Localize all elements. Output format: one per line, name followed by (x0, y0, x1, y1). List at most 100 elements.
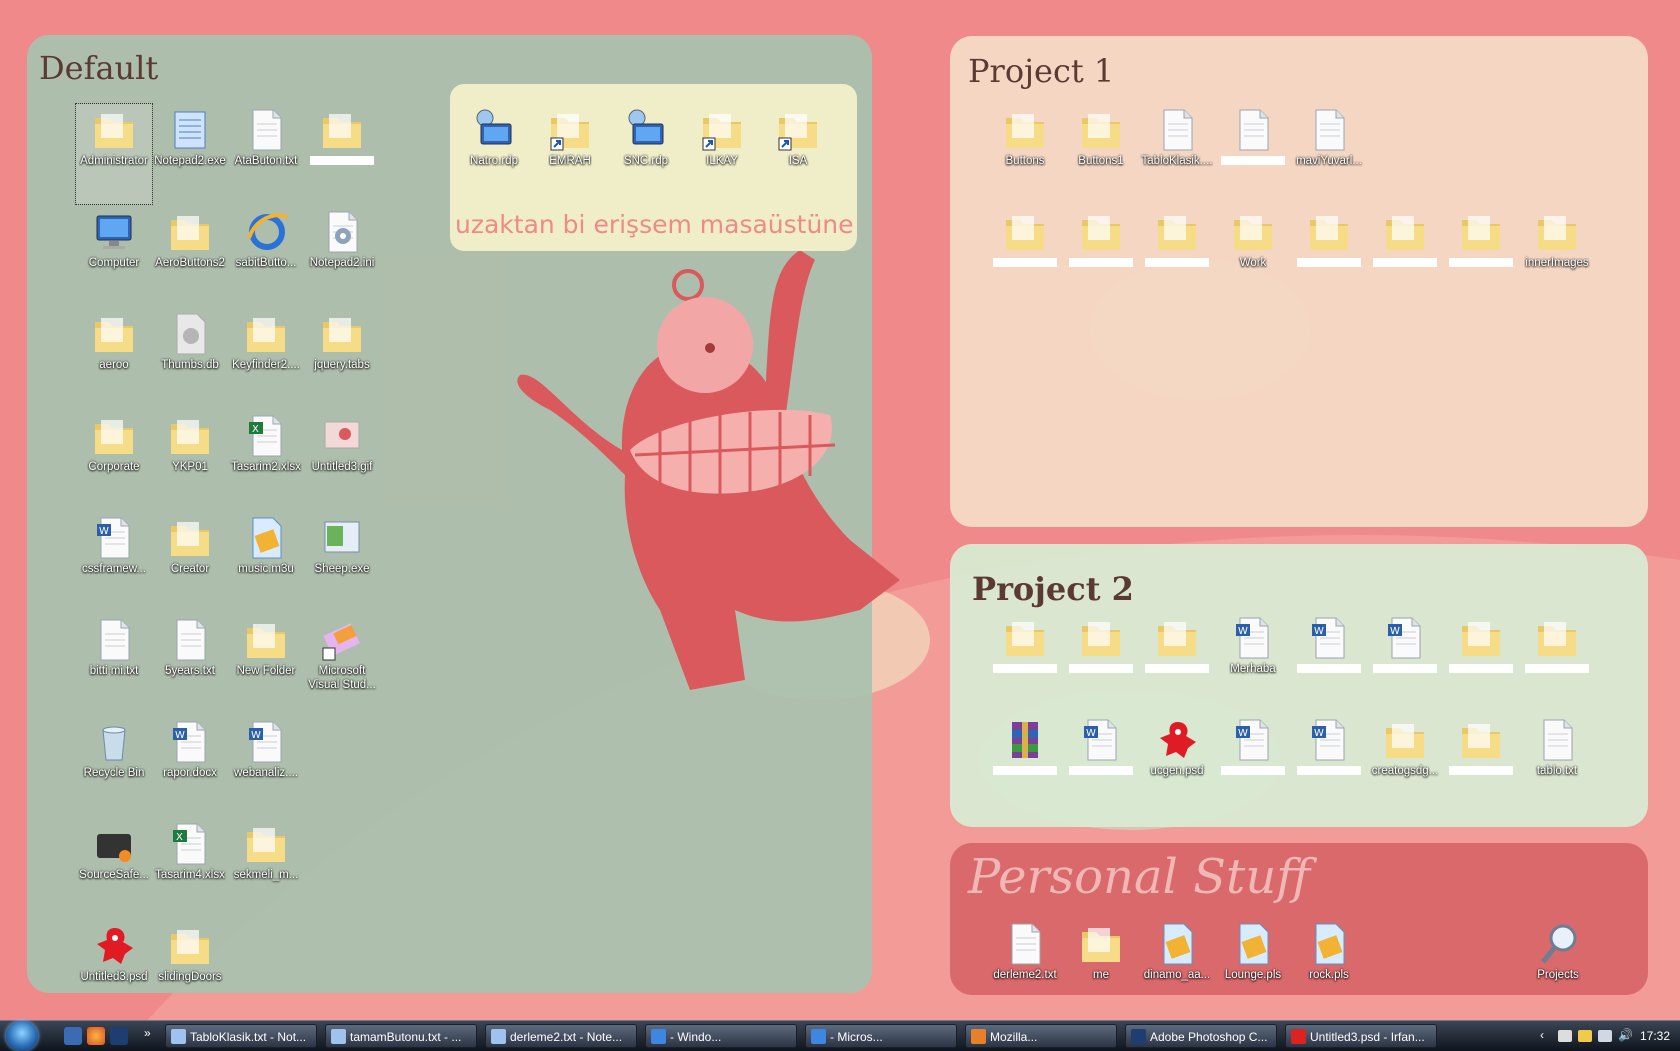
desktop-icon[interactable]: derleme2.txt (987, 918, 1063, 1018)
taskbar-task-button[interactable]: - Windo... (645, 1024, 797, 1048)
desktop-icon[interactable]: AtaButon.txt (228, 104, 304, 204)
desktop-icon[interactable]: SourceSafe... (76, 818, 152, 918)
desktop-icon[interactable]: 5years.txt (152, 614, 228, 714)
tray-sound-icon[interactable]: 🔊 (1618, 1028, 1633, 1042)
desktop-icon[interactable] (987, 612, 1063, 712)
desktop-icon[interactable]: bitti mi.txt (76, 614, 152, 714)
desktop-icon[interactable] (1443, 206, 1519, 306)
desktop-icon[interactable] (987, 206, 1063, 306)
svg-text:W: W (99, 526, 109, 537)
notepad-icon (491, 1029, 506, 1044)
desktop-icon[interactable] (1063, 612, 1139, 712)
desktop-icon[interactable] (1063, 206, 1139, 306)
desktop-icon[interactable]: Keyfinder2.... (228, 308, 304, 408)
desktop-icon[interactable]: Untitled3.gif (304, 410, 380, 510)
desktop-icon[interactable] (1367, 206, 1443, 306)
desktop-icon-label: bitti mi.txt (89, 665, 139, 677)
firefox-icon[interactable] (87, 1027, 105, 1045)
desktop-icon[interactable]: AeroButtons2 (152, 206, 228, 306)
desktop-icon[interactable] (1139, 612, 1215, 712)
start-button[interactable] (6, 1021, 38, 1051)
desktop-icon[interactable]: rock.pls (1291, 918, 1367, 1018)
desktop-icon[interactable]: maviYuvarl... (1291, 104, 1367, 204)
desktop-icon[interactable] (1443, 714, 1519, 814)
desktop-icon[interactable]: Corporate (76, 410, 152, 510)
desktop-icon[interactable] (1519, 612, 1595, 712)
taskbar-task-button[interactable]: Untitled3.psd - Irfan... (1285, 1024, 1437, 1048)
show-desktop-icon[interactable] (64, 1027, 82, 1045)
desktop-icon[interactable] (304, 104, 380, 204)
desktop-icon[interactable]: Recycle Bin (76, 716, 152, 816)
tray-power-icon[interactable] (1578, 1030, 1592, 1042)
desktop-icon[interactable]: EMRAH (532, 104, 608, 204)
desktop-icon[interactable]: Buttons1 (1063, 104, 1139, 204)
desktop-icon[interactable]: Notepad2.ini (304, 206, 380, 306)
desktop-icon[interactable]: me (1063, 918, 1139, 1018)
tray-network-icon[interactable] (1558, 1030, 1572, 1042)
desktop-icon[interactable]: W (1291, 612, 1367, 712)
desktop-icon[interactable]: Wcssframew... (76, 512, 152, 612)
desktop-icon[interactable]: Natro.rdp (456, 104, 532, 204)
desktop-icon[interactable]: ISA (760, 104, 836, 204)
desktop-icon[interactable]: innerImages (1519, 206, 1595, 306)
tray-volume-icon[interactable] (1598, 1030, 1612, 1042)
folder-icon (1306, 208, 1352, 254)
desktop-icon[interactable]: Wrapor.docx (152, 716, 228, 816)
desktop-icon[interactable]: Untitled3.psd (76, 920, 152, 1020)
desktop-icon[interactable]: Lounge.pls (1215, 918, 1291, 1018)
desktop-icon[interactable]: W (1367, 612, 1443, 712)
folder-icon (1382, 208, 1428, 254)
taskbar-task-button[interactable]: Mozilla... (965, 1024, 1117, 1048)
tray-chevron-icon[interactable]: ‹ (1540, 1028, 1544, 1042)
db-file-icon (167, 310, 213, 356)
desktop-icon[interactable]: Thumbs.db (152, 308, 228, 408)
desktop-icon[interactable]: Sheep.exe (304, 512, 380, 612)
taskbar-task-button[interactable]: derleme2.txt - Note... (485, 1024, 637, 1048)
desktop-icon[interactable]: W (1215, 714, 1291, 814)
desktop-icon[interactable]: Creator (152, 512, 228, 612)
desktop-icon[interactable]: Buttons (987, 104, 1063, 204)
desktop-icon[interactable] (1291, 206, 1367, 306)
desktop-icon[interactable]: Notepad2.exe (152, 104, 228, 204)
desktop-icon[interactable]: W Merhaba (1215, 612, 1291, 712)
desktop-icon[interactable]: X Tasarim4.xlsx (152, 818, 228, 918)
desktop-icon[interactable]: W (1063, 714, 1139, 814)
desktop-icon[interactable]: jquery.tabs (304, 308, 380, 408)
desktop-icon[interactable] (1443, 612, 1519, 712)
desktop-icon[interactable]: sekmeli_m... (228, 818, 304, 918)
text-file-icon (1306, 106, 1352, 152)
desktop-icon[interactable]: slidingDoors (152, 920, 228, 1020)
word-icon: W (1306, 716, 1352, 762)
desktop-icon[interactable]: New Folder (228, 614, 304, 714)
taskbar-task-button[interactable]: TabloKlasik.txt - Not... (165, 1024, 317, 1048)
desktop-icon[interactable]: tablo.txt (1519, 714, 1595, 814)
desktop-icon[interactable]: SNC.rdp (608, 104, 684, 204)
more-quicklaunch-icon[interactable]: » (144, 1026, 151, 1040)
desktop-icon[interactable]: music.m3u (228, 512, 304, 612)
taskbar-task-button[interactable]: Adobe Photoshop C... (1125, 1024, 1277, 1048)
taskbar-task-button[interactable]: tamamButonu.txt - ... (325, 1024, 477, 1048)
desktop-icon[interactable] (1139, 206, 1215, 306)
desktop-icon[interactable]: aeroo (76, 308, 152, 408)
desktop-icon[interactable]: Projects (1520, 918, 1596, 1018)
photoshop-icon[interactable] (110, 1027, 128, 1045)
desktop-icon[interactable]: Wwebanaliz.... (228, 716, 304, 816)
desktop-icon[interactable]: ILKAY (684, 104, 760, 204)
desktop-icon[interactable] (1215, 104, 1291, 204)
desktop-icon-label: Keyfinder2.... (232, 359, 300, 371)
desktop-icon[interactable]: TabloKlasik.... (1139, 104, 1215, 204)
desktop-icon[interactable]: X Tasarim2.xlsx (228, 410, 304, 510)
desktop-icon[interactable]: YKP01 (152, 410, 228, 510)
desktop-icon[interactable] (987, 714, 1063, 814)
desktop-icon[interactable]: Computer (76, 206, 152, 306)
desktop-icon[interactable]: W (1291, 714, 1367, 814)
desktop-icon[interactable]: ucgen.psd (1139, 714, 1215, 814)
desktop-icon[interactable]: creatogsdg... (1367, 714, 1443, 814)
desktop-icon[interactable]: Microsoft Visual Stud... (304, 614, 380, 714)
desktop-icon[interactable]: sabitButto... (228, 206, 304, 306)
taskbar-task-button[interactable]: - Micros... (805, 1024, 957, 1048)
folder-icon (1002, 208, 1048, 254)
desktop-icon[interactable]: Administrator (75, 103, 153, 205)
desktop-icon[interactable]: dinamo_aa... (1139, 918, 1215, 1018)
desktop-icon[interactable]: Work (1215, 206, 1291, 306)
